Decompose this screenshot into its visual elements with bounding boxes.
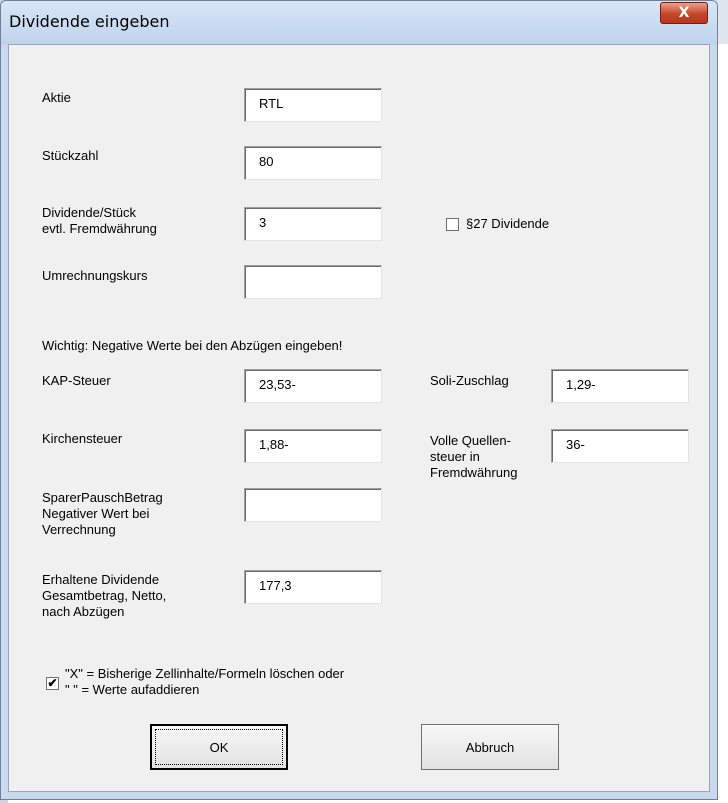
dividende-label: Dividende/Stück evtl. Fremdwährung [42,205,157,236]
close-button[interactable]: X [660,2,708,24]
ok-button[interactable]: OK [150,724,288,770]
sparer-label: SparerPauschBetrag Negativer Wert bei Ve… [42,490,163,537]
umrechnung-label: Umrechnungskurs [42,268,148,283]
hint-text: Wichtig: Negative Werte bei den Abzügen … [42,338,343,353]
dividende-input[interactable]: 3 [244,207,382,241]
dialog-title: Dividende eingeben [9,12,170,31]
focus-rectangle [155,729,283,765]
sparer-input[interactable] [244,488,382,522]
kirchensteuer-input[interactable]: 1,88- [244,429,382,463]
kirchensteuer-label: Kirchensteuer [42,431,123,446]
umrechnung-input[interactable] [244,265,382,299]
aktie-input[interactable]: RTL [244,88,382,122]
soli-input[interactable]: 1,29- [551,369,689,403]
kap-steuer-label: KAP-Steuer [42,373,111,388]
stueckzahl-label: Stückzahl [42,148,99,163]
stueckzahl-input[interactable]: 80 [244,146,382,180]
close-icon: X [678,5,690,21]
soli-label: Soli-Zuschlag [430,373,509,388]
erhalten-input[interactable]: 177,3 [244,570,382,604]
kap-steuer-input[interactable]: 23,53- [244,369,382,403]
paragraph27-checkbox[interactable] [446,218,459,231]
check-icon: ✔ [47,676,58,690]
paragraph27-label: §27 Dividende [466,216,550,231]
aktie-label: Aktie [42,90,71,105]
quellensteuer-input[interactable]: 36- [551,429,689,463]
cancel-button-label: Abbruch [465,739,515,755]
quellensteuer-label: Volle Quellen- steuer in Fremdwährung [430,433,518,480]
clear-option-label: "X" = Bisherige Zellinhalte/Formeln lösc… [65,666,345,697]
clear-option-checkbox[interactable]: ✔ [46,677,59,690]
erhalten-label: Erhaltene Dividende Gesamtbetrag, Netto,… [42,572,167,619]
cancel-button[interactable]: Abbruch [421,724,559,770]
